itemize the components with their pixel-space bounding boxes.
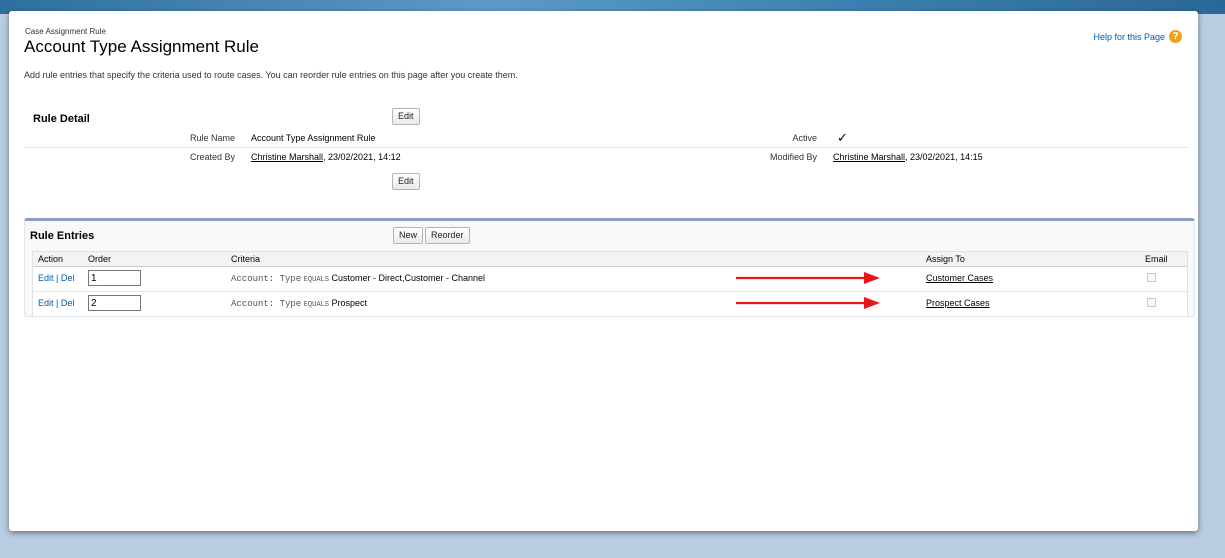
reorder-button[interactable]: Reorder [425, 227, 470, 244]
modified-by-user-link[interactable]: Christine Marshall [833, 152, 905, 162]
rule-entries-section: Rule Entries New Reorder Action Order Cr… [24, 218, 1195, 317]
edit-button-bottom[interactable]: Edit [392, 173, 420, 190]
page-type: Case Assignment Rule [25, 27, 106, 36]
criteria-value: Customer - Direct,Customer - Channel [331, 273, 486, 283]
action-separator: | [56, 273, 59, 283]
action-separator: | [56, 298, 59, 308]
red-arrow-icon [736, 297, 880, 309]
email-checkbox[interactable] [1147, 273, 1156, 282]
row-actions: Edit | Del [38, 273, 74, 283]
column-header-order: Order [88, 254, 112, 264]
intro-text: Add rule entries that specify the criter… [24, 70, 518, 80]
criteria-value: Prospect [331, 298, 367, 308]
help-link[interactable]: Help for this Page ? [1093, 30, 1182, 43]
rule-name-label: Rule Name [189, 133, 235, 143]
assign-to-link[interactable]: Customer Cases [926, 273, 993, 283]
rule-detail-title: Rule Detail [33, 113, 90, 125]
order-input[interactable] [88, 270, 141, 286]
red-arrow-icon [736, 272, 880, 284]
criteria-field: Account: Type [231, 299, 302, 309]
rule-detail-section: Rule Detail Edit Rule Name Account Type … [24, 97, 1188, 193]
criteria-field: Account: Type [231, 274, 302, 284]
delete-link[interactable]: Del [61, 273, 75, 283]
active-label: Active [792, 133, 817, 143]
column-header-action: Action [38, 254, 64, 264]
modified-by-value: Christine Marshall, 23/02/2021, 14:15 [833, 152, 983, 162]
created-by-label: Created By [189, 152, 235, 162]
rule-entries-title: Rule Entries [30, 230, 95, 242]
delete-link[interactable]: Del [61, 298, 75, 308]
assign-to-cell: Prospect Cases [926, 298, 990, 308]
active-checkmark-icon: ✓ [837, 130, 848, 145]
rule-name-value: Account Type Assignment Rule [251, 133, 376, 143]
table-header: Action Order Criteria Assign To Email [33, 252, 1187, 267]
detail-divider [24, 147, 1188, 148]
created-by-date: , 23/02/2021, 14:12 [323, 152, 401, 162]
modified-by-label: Modified By [769, 152, 817, 162]
edit-link[interactable]: Edit [38, 298, 54, 308]
assign-to-link[interactable]: Prospect Cases [926, 298, 990, 308]
help-link-label[interactable]: Help for this Page [1093, 32, 1165, 42]
rule-entries-table: Action Order Criteria Assign To Email Ed… [32, 251, 1188, 317]
criteria-cell: Account: Type EQUALS Customer - Direct,C… [231, 273, 485, 284]
column-header-assign-to: Assign To [926, 254, 965, 264]
order-input[interactable] [88, 295, 141, 311]
criteria-cell: Account: Type EQUALS Prospect [231, 298, 367, 309]
email-checkbox[interactable] [1147, 298, 1156, 307]
edit-button-top[interactable]: Edit [392, 108, 420, 125]
criteria-operator: EQUALS [303, 276, 329, 284]
created-by-value: Christine Marshall, 23/02/2021, 14:12 [251, 152, 401, 162]
assign-to-cell: Customer Cases [926, 273, 993, 283]
page-title: Account Type Assignment Rule [24, 37, 259, 56]
modified-by-date: , 23/02/2021, 14:15 [905, 152, 983, 162]
table-row: Edit | Del Account: Type EQUALS Customer… [33, 267, 1187, 292]
created-by-user-link[interactable]: Christine Marshall [251, 152, 323, 162]
edit-link[interactable]: Edit [38, 273, 54, 283]
row-actions: Edit | Del [38, 298, 74, 308]
main-panel: Case Assignment Rule Account Type Assign… [9, 11, 1198, 531]
help-icon[interactable]: ? [1169, 30, 1182, 43]
criteria-operator: EQUALS [303, 301, 329, 309]
table-row: Edit | Del Account: Type EQUALS Prospect… [33, 292, 1187, 316]
new-entry-button[interactable]: New [393, 227, 424, 244]
column-header-email: Email [1145, 254, 1168, 264]
column-header-criteria: Criteria [231, 254, 261, 264]
